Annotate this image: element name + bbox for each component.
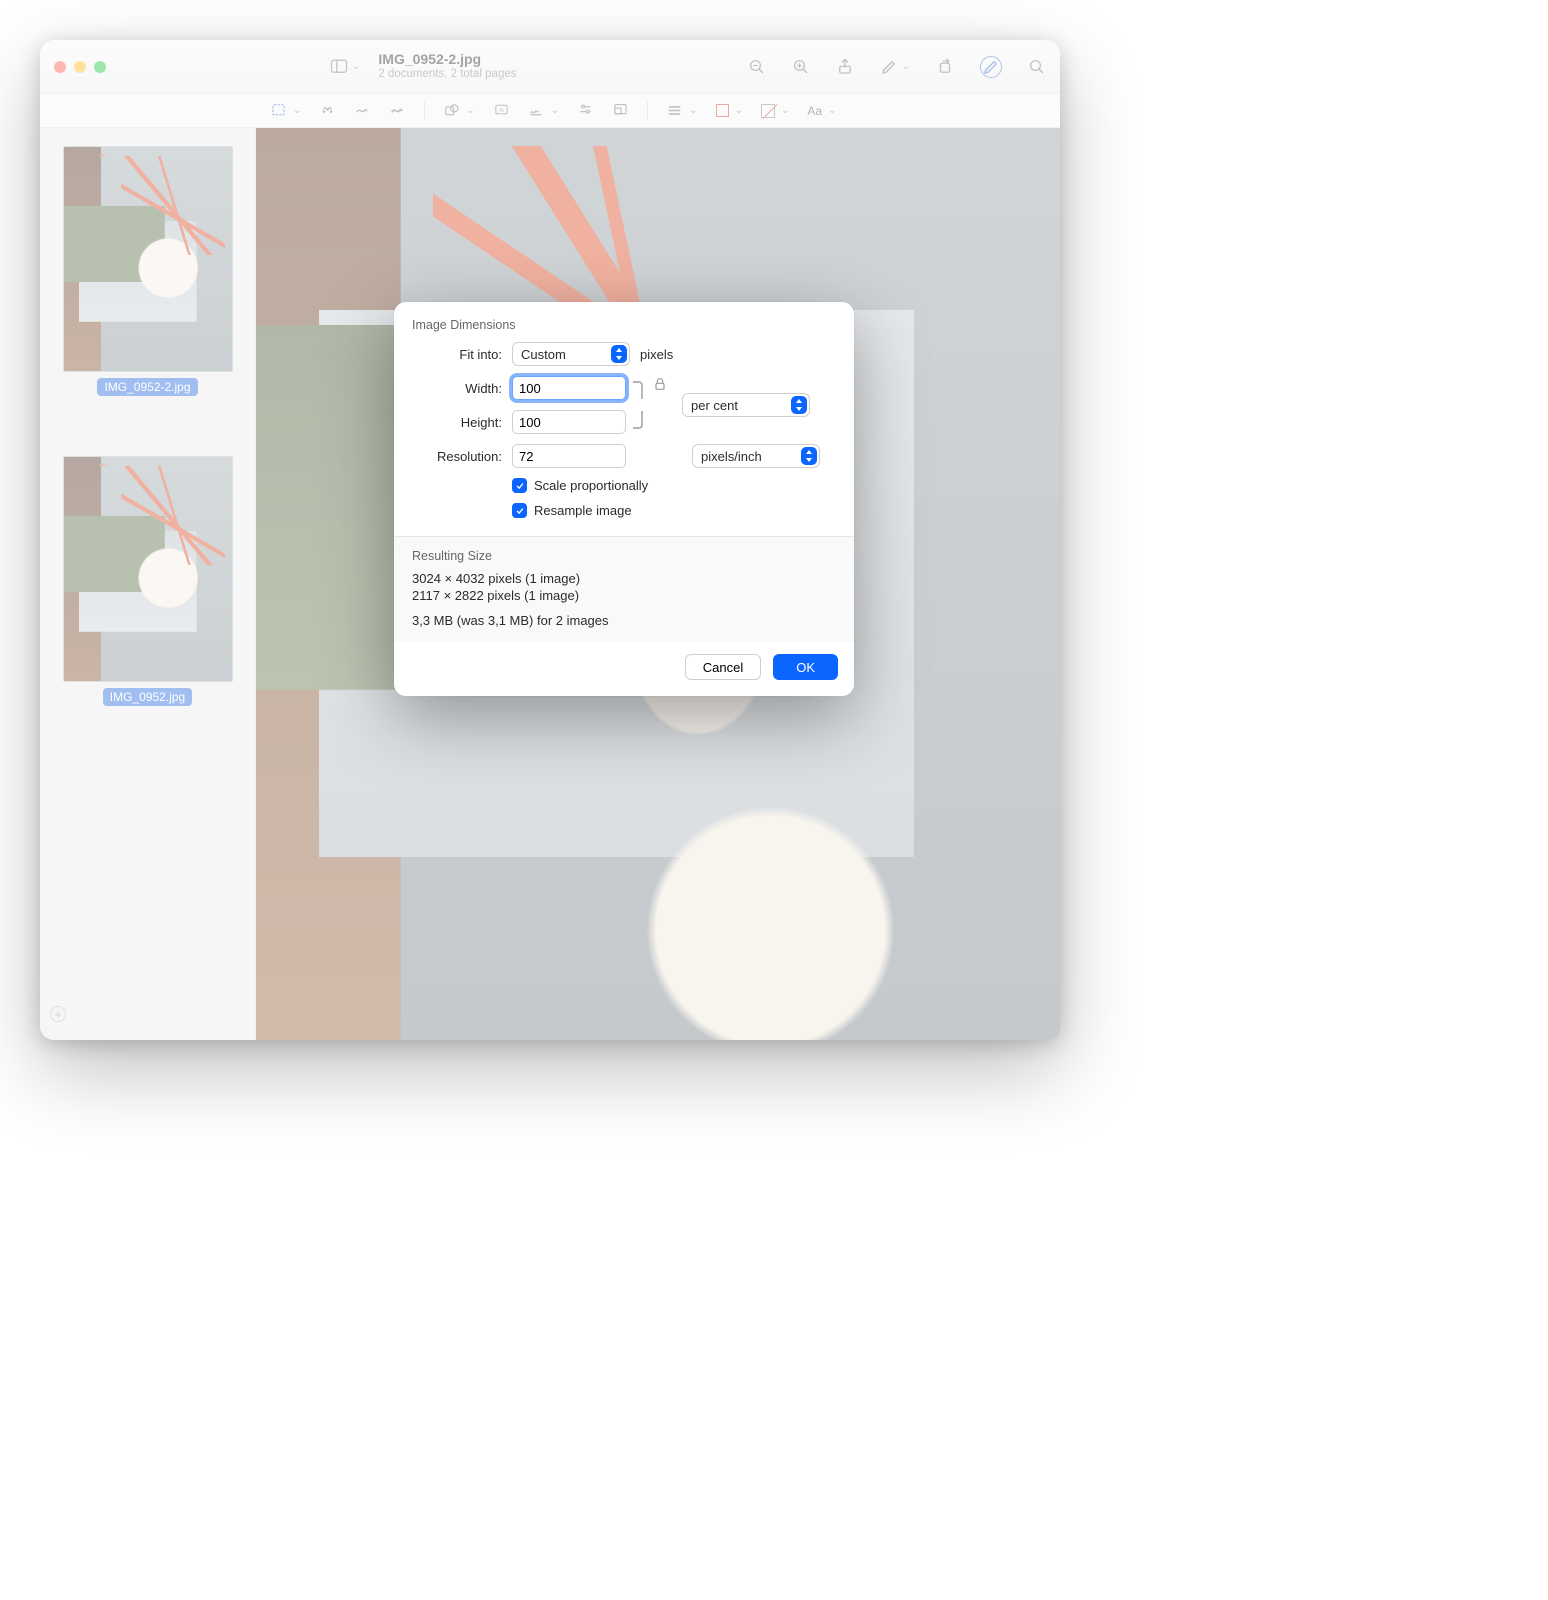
resulting-line: 3,3 MB (was 3,1 MB) for 2 images [412, 613, 836, 628]
section-title: Image Dimensions [412, 318, 836, 332]
resulting-size-section: Resulting Size 3024 × 4032 pixels (1 ima… [394, 536, 854, 642]
ok-button[interactable]: OK [773, 654, 838, 680]
resulting-line: 3024 × 4032 pixels (1 image) [412, 571, 836, 586]
cancel-button[interactable]: Cancel [685, 654, 761, 680]
select-arrows-icon [801, 447, 817, 465]
preview-window: ⌄ IMG_0952-2.jpg 2 documents, 2 total pa… [40, 40, 1060, 1040]
resample-image-checkbox[interactable]: Resample image [512, 503, 632, 518]
link-bracket [632, 376, 646, 428]
resolution-label: Resolution: [412, 449, 502, 464]
resulting-title: Resulting Size [412, 549, 836, 563]
scale-proportionally-label: Scale proportionally [534, 478, 648, 493]
height-label: Height: [412, 415, 502, 430]
width-label: Width: [412, 381, 502, 396]
wh-unit-select[interactable]: per cent [682, 393, 810, 417]
resolution-input[interactable] [512, 444, 626, 468]
resolution-unit-value: pixels/inch [701, 449, 762, 464]
fit-into-label: Fit into: [412, 347, 502, 362]
resample-image-label: Resample image [534, 503, 632, 518]
fit-into-value: Custom [521, 347, 566, 362]
height-input[interactable] [512, 410, 626, 434]
select-arrows-icon [791, 396, 807, 414]
dialog-actions: Cancel OK [394, 642, 854, 696]
resolution-unit-select[interactable]: pixels/inch [692, 444, 820, 468]
select-arrows-icon [611, 345, 627, 363]
fit-into-select[interactable]: Custom [512, 342, 630, 366]
adjust-size-dialog: Image Dimensions Fit into: Custom pixels… [394, 302, 854, 696]
resulting-line: 2117 × 2822 pixels (1 image) [412, 588, 836, 603]
fit-into-unit: pixels [640, 347, 673, 362]
scale-proportionally-checkbox[interactable]: Scale proportionally [512, 478, 648, 493]
wh-unit-value: per cent [691, 398, 738, 413]
width-input[interactable] [512, 376, 626, 400]
lock-aspect-button[interactable] [652, 376, 668, 392]
